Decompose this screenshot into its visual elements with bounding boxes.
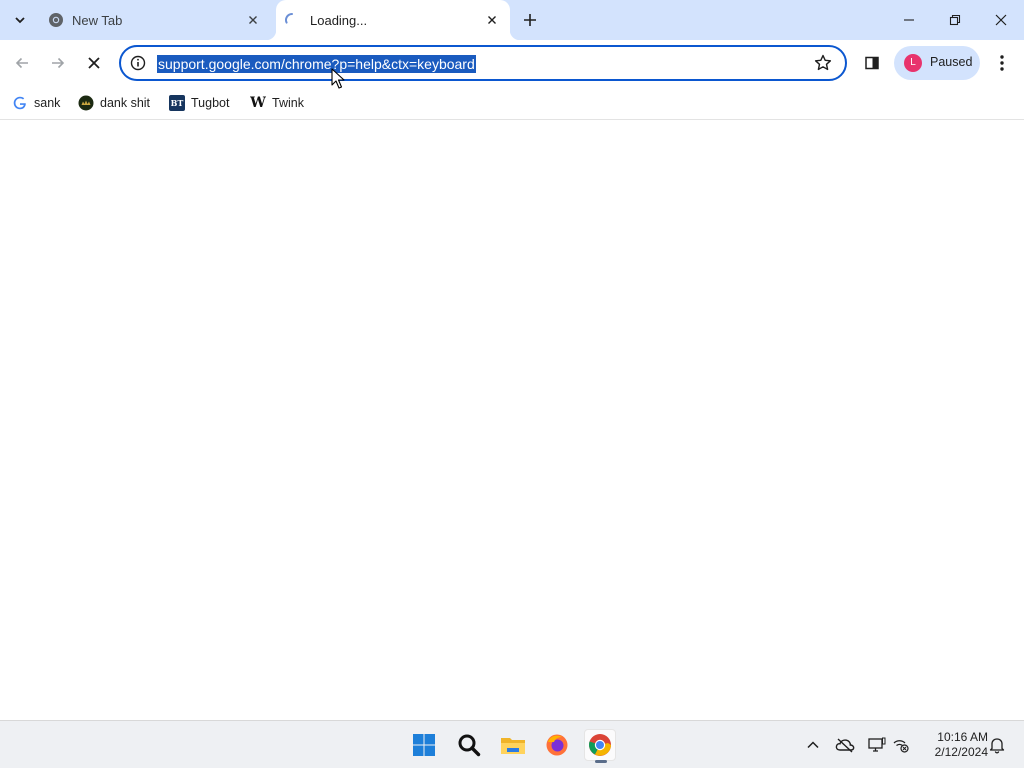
bookmark-star-icon[interactable]	[813, 53, 833, 78]
display-tray-button[interactable]	[867, 735, 887, 755]
notifications-button[interactable]	[987, 735, 1007, 755]
bookmark-label: Tugbot	[191, 96, 230, 110]
close-tab-icon[interactable]	[245, 12, 261, 31]
close-window-button[interactable]	[978, 0, 1024, 40]
active-app-indicator	[595, 760, 607, 763]
firefox-icon	[546, 734, 568, 756]
stop-icon	[88, 57, 100, 69]
side-panel-icon	[865, 56, 879, 70]
chrome-icon	[48, 12, 64, 31]
new-tab-button[interactable]	[518, 8, 542, 32]
page-content	[0, 121, 1024, 720]
bell-icon	[989, 738, 1005, 754]
taskbar: 10:16 AM 2/12/2024	[0, 720, 1024, 768]
forward-button[interactable]	[44, 49, 72, 77]
site-info-icon[interactable]	[129, 54, 147, 77]
minimize-button[interactable]	[886, 0, 932, 40]
onedrive-tray-button[interactable]	[835, 735, 855, 755]
clock-time: 10:16 AM	[937, 730, 988, 744]
taskbar-firefox[interactable]	[541, 729, 573, 761]
chrome-icon	[589, 734, 611, 756]
system-clock[interactable]: 10:16 AM 2/12/2024	[918, 730, 988, 760]
browser-toolbar: support.google.com/chrome?p=help&ctx=key…	[0, 40, 1024, 86]
clock-date: 2/12/2024	[934, 745, 988, 759]
search-icon	[458, 734, 481, 757]
show-hidden-icons-button[interactable]	[803, 735, 823, 755]
display-icon	[868, 737, 886, 752]
network-tray-button[interactable]	[891, 735, 911, 755]
menu-button[interactable]	[988, 49, 1016, 77]
side-panel-button[interactable]	[858, 49, 886, 77]
restore-button[interactable]	[932, 0, 978, 40]
dank-shit-favicon	[78, 95, 94, 111]
taskbar-chrome[interactable]	[584, 729, 616, 763]
minimize-icon	[904, 19, 914, 21]
bookmark-label: Twink	[272, 96, 304, 110]
forward-arrow-icon	[52, 57, 65, 69]
tab-search-button[interactable]	[6, 6, 34, 34]
avatar: L	[904, 54, 922, 72]
start-button[interactable]	[408, 729, 440, 761]
onedrive-icon	[835, 738, 855, 753]
bookmark-sank[interactable]: sank	[12, 92, 60, 114]
tab-loading[interactable]: Loading...	[266, 0, 520, 40]
bookmark-label: sank	[34, 96, 61, 110]
restore-icon	[949, 14, 961, 26]
tab-title: Loading...	[310, 13, 368, 28]
loading-spinner-icon	[284, 12, 300, 31]
close-icon	[995, 14, 1007, 26]
bt-favicon: BT	[169, 95, 185, 111]
bookmarks-bar: sank dank shit BT Tugbot W Twink	[0, 86, 1024, 120]
tab-new-tab[interactable]: New Tab	[40, 0, 274, 40]
google-g-icon	[12, 95, 28, 111]
address-bar-url[interactable]: support.google.com/chrome?p=help&ctx=key…	[157, 55, 476, 73]
plus-icon	[524, 14, 536, 26]
stop-loading-button[interactable]	[80, 49, 108, 77]
bookmark-dank-shit[interactable]: dank shit	[78, 92, 150, 114]
windows-start-icon	[413, 734, 435, 756]
w-favicon: W	[250, 95, 266, 111]
back-arrow-icon	[15, 57, 28, 69]
bookmark-label: dank shit	[100, 96, 151, 110]
mouse-cursor-icon	[331, 68, 345, 95]
profile-status: Paused	[930, 55, 973, 69]
tab-strip: New Tab Loading...	[0, 0, 1024, 40]
kebab-menu-icon	[1000, 55, 1004, 71]
taskbar-file-explorer[interactable]	[497, 729, 529, 761]
bookmark-tugbot[interactable]: BT Tugbot	[169, 92, 229, 114]
bookmark-twink[interactable]: W Twink	[250, 92, 304, 114]
network-icon	[893, 740, 909, 753]
file-explorer-icon	[501, 738, 525, 754]
taskbar-search-button[interactable]	[453, 729, 485, 761]
close-tab-icon[interactable]	[484, 12, 500, 31]
address-bar[interactable]: support.google.com/chrome?p=help&ctx=key…	[119, 45, 847, 81]
back-button[interactable]	[8, 49, 36, 77]
chevron-up-icon	[807, 741, 819, 749]
tab-title: New Tab	[72, 13, 123, 28]
chevron-down-icon	[15, 17, 25, 24]
profile-button[interactable]: L Paused	[894, 46, 980, 80]
